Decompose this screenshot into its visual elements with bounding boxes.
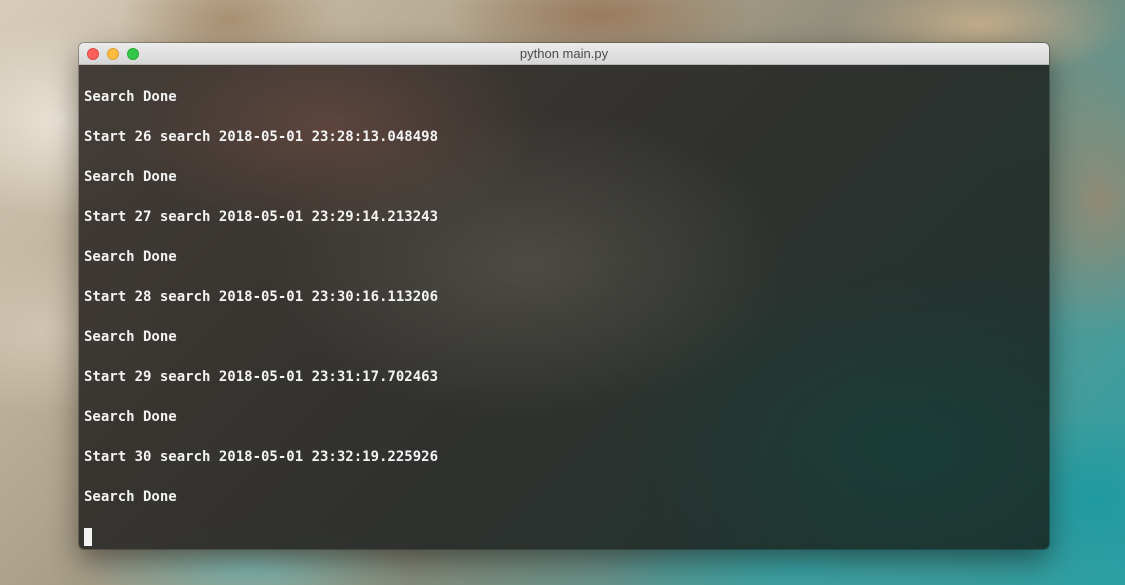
terminal-line: Start 26 search 2018-05-01 23:28:13.0484…	[84, 129, 439, 145]
terminal-window[interactable]: python main.py Search Done Start 26 sear…	[79, 43, 1049, 549]
terminal-line: Search Done	[84, 489, 177, 505]
terminal-line: Search Done	[84, 409, 177, 425]
terminal-output-area[interactable]: Search Done Start 26 search 2018-05-01 2…	[79, 65, 1049, 549]
terminal-line: Start 30 search 2018-05-01 23:32:19.2259…	[84, 449, 439, 465]
terminal-line: Search Done	[84, 89, 177, 105]
terminal-output: Search Done Start 26 search 2018-05-01 2…	[84, 87, 438, 527]
terminal-line: Start 28 search 2018-05-01 23:30:16.1132…	[84, 289, 439, 305]
terminal-line: Search Done	[84, 329, 177, 345]
window-title: python main.py	[519, 46, 609, 61]
terminal-line: Search Done	[84, 169, 177, 185]
window-titlebar[interactable]: python main.py	[79, 43, 1049, 65]
terminal-line: Search Done	[84, 249, 177, 265]
terminal-cursor	[84, 528, 92, 546]
terminal-line: Start 29 search 2018-05-01 23:31:17.7024…	[84, 369, 439, 385]
terminal-line: Start 27 search 2018-05-01 23:29:14.2132…	[84, 209, 439, 225]
